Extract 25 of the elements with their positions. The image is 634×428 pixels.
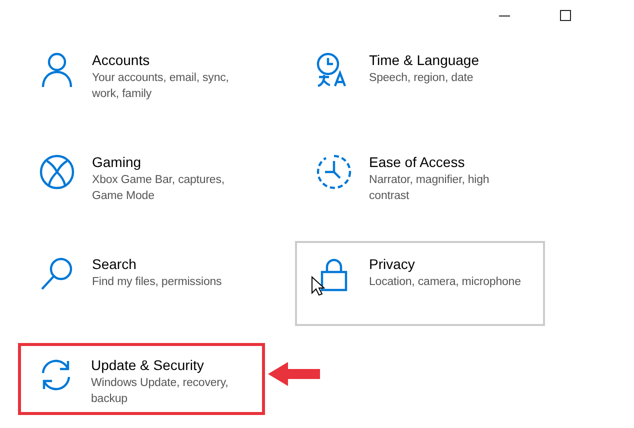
- arrow-icon: [266, 360, 322, 388]
- settings-tile[interactable]: Search Find my files, permissions: [18, 241, 265, 326]
- cursor-icon: [311, 276, 325, 296]
- settings-tile[interactable]: Gaming Xbox Game Bar, captures, Game Mode: [18, 139, 265, 224]
- tile-title: Time & Language: [369, 51, 479, 70]
- tile-title: Ease of Access: [369, 153, 466, 172]
- tile-title: Accounts: [92, 51, 151, 70]
- tile-description: Your accounts, email, sync, work, family: [92, 71, 230, 102]
- settings-tile[interactable]: Ease of Access Narrator, magnifier, high contrast: [295, 139, 545, 224]
- settings-tile[interactable]: Time & Language Speech, region, date: [295, 37, 545, 122]
- tile-description: Find my files, permissions: [92, 275, 222, 290]
- tile-title: Gaming: [92, 153, 142, 172]
- dashed-clock-icon: [315, 153, 353, 191]
- tile-description: Speech, region, date: [369, 71, 474, 86]
- tile-title: Privacy: [369, 255, 416, 274]
- xbox-icon: [38, 153, 76, 191]
- tile-description: Location, camera, microphone: [369, 275, 521, 290]
- maximize-icon[interactable]: [560, 10, 571, 20]
- settings-tile[interactable]: Accounts Your accounts, email, sync, work, family: [18, 37, 265, 122]
- tile-description: Narrator, magnifier, high contrast: [369, 173, 490, 204]
- settings-tile[interactable]: Privacy Location, camera, microphone: [295, 241, 545, 326]
- tile-description: Xbox Game Bar, captures, Game Mode: [92, 173, 226, 204]
- tile-description: Windows Update, recovery, backup: [91, 376, 230, 407]
- tile-title: Search: [92, 255, 138, 274]
- tile-title: Update & Security: [91, 356, 205, 374]
